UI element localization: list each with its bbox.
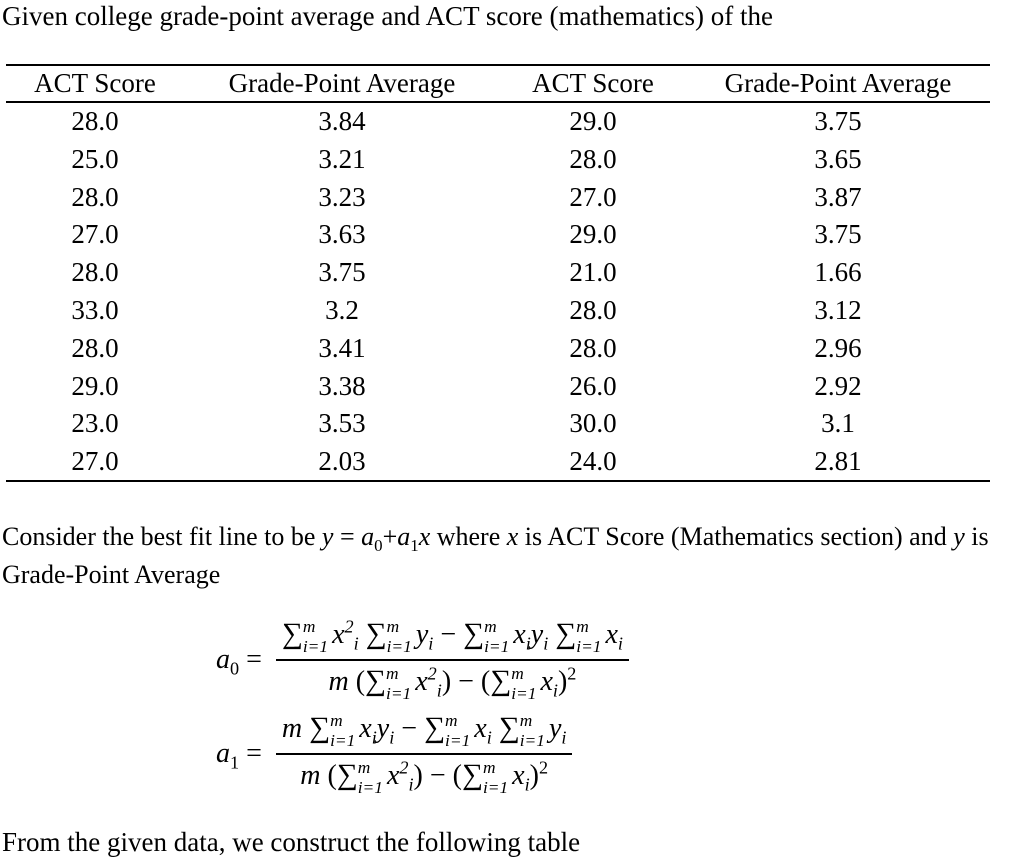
cell-gpa-2: 3.65 xyxy=(814,143,862,174)
cell-act-score-2: 29.0 xyxy=(569,106,617,136)
cell-act-score-1: 27.0 xyxy=(71,446,119,477)
formula-a1-lhs: a1 = xyxy=(216,737,262,773)
table-row: 28.0 3.41 28.0 2.96 xyxy=(6,330,990,368)
table-row: 29.0 3.38 26.0 2.92 xyxy=(6,368,990,406)
cell-act-score-1: 33.0 xyxy=(71,294,119,325)
cell-act-score-1: 27.0 xyxy=(71,219,119,250)
cell-act-score-2: 24.0 xyxy=(569,446,617,477)
header-act-score-2: ACT Score xyxy=(532,68,654,98)
formula-a0-numerator: ∑ m i=1 x2i ∑ m i=1 yi − ∑ m i=1 xiyi ∑ m i=1 xi xyxy=(275,618,629,661)
formula-a0-denominator: m (∑ m i=1 x2i) − (∑ m i=1 xi)2 xyxy=(328,663,577,703)
cell-act-score-2: 27.0 xyxy=(569,181,617,212)
cell-act-score-1: 28.0 xyxy=(71,257,119,288)
consider-text-1: Consider the best fit line to be xyxy=(2,522,322,551)
formula-a0-fraction: ∑ m i=1 x2i ∑ m i=1 yi − ∑ m i=1 xiyi ∑ m i=1 xi m (… xyxy=(275,618,629,703)
best-fit-description: Consider the best fit line to be y = a0+… xyxy=(2,522,989,589)
cell-gpa-1: 3.23 xyxy=(318,181,366,212)
table-header-row: ACT Score Grade-Point Average ACT Score … xyxy=(6,66,990,101)
cell-gpa-1: 2.03 xyxy=(318,446,366,477)
cell-gpa-2: 3.75 xyxy=(814,219,862,250)
cell-act-score-2: 28.0 xyxy=(569,294,617,325)
cell-gpa-2: 3.75 xyxy=(814,106,862,136)
cell-act-score-1: 28.0 xyxy=(71,106,119,136)
cell-gpa-2: 2.92 xyxy=(814,370,862,401)
header-gpa-1: Grade-Point Average xyxy=(228,68,456,98)
cell-gpa-2: 3.87 xyxy=(814,181,862,212)
cell-gpa-2: 1.66 xyxy=(814,257,862,288)
cell-act-score-2: 30.0 xyxy=(569,408,617,439)
table-row: 23.0 3.53 30.0 3.1 xyxy=(6,405,990,443)
formula-a1-numerator: m ∑ m i=1 xiyi − ∑ m i=1 xi ∑ m i=1 yi xyxy=(275,712,573,755)
cell-act-score-1: 25.0 xyxy=(71,143,119,174)
cell-act-score-1: 28.0 xyxy=(71,181,119,212)
cell-gpa-1: 3.21 xyxy=(318,143,366,174)
cell-gpa-1: 3.53 xyxy=(318,408,366,439)
consider-text-3: is ACT Score (Mathematics section) and xyxy=(518,522,954,551)
cell-act-score-2: 26.0 xyxy=(569,370,617,401)
data-table: ACT Score Grade-Point Average ACT Score … xyxy=(6,66,990,481)
intro-text: Given college grade-point average and AC… xyxy=(2,1,773,31)
cell-act-score-1: 29.0 xyxy=(71,370,119,401)
x-variable: x xyxy=(506,522,519,551)
formula-a0: a0 = ∑ m i=1 x2i ∑ m i=1 yi − ∑ m i=1 xiyi ∑ m i=1 x… xyxy=(216,618,629,702)
cell-gpa-2: 2.81 xyxy=(814,446,862,477)
table-row: 28.0 3.23 27.0 3.87 xyxy=(6,179,990,217)
formula-a0-lhs: a0 = xyxy=(216,643,262,679)
table-row: 28.0 3.75 21.0 1.66 xyxy=(6,254,990,292)
best-fit-equation: y xyxy=(321,522,334,551)
table-row: 33.0 3.2 28.0 3.12 xyxy=(6,292,990,330)
formula-a1: a1 = m ∑ m i=1 xiyi − ∑ m i=1 xi ∑ m i=1 yi m (∑ m… xyxy=(216,712,573,797)
cell-act-score-1: 28.0 xyxy=(71,332,119,363)
cell-act-score-2: 28.0 xyxy=(569,143,617,174)
cell-act-score-2: 21.0 xyxy=(569,257,617,288)
table-row: 27.0 3.63 29.0 3.75 xyxy=(6,216,990,254)
cell-gpa-1: 3.75 xyxy=(318,257,366,288)
formula-a1-denominator: m (∑ m i=1 x2i) − (∑ m i=1 xi)2 xyxy=(300,757,549,797)
cell-gpa-2: 3.1 xyxy=(821,408,855,439)
consider-text-2: where xyxy=(430,522,507,551)
table-row: 28.0 3.84 29.0 3.75 xyxy=(6,101,990,141)
table-row: 25.0 3.21 28.0 3.65 xyxy=(6,141,990,179)
outro-text: From the given data, we construct the fo… xyxy=(2,827,581,857)
table-row: 27.0 2.03 24.0 2.81 xyxy=(6,443,990,481)
header-gpa-2: Grade-Point Average xyxy=(724,68,952,98)
cell-act-score-1: 23.0 xyxy=(71,408,119,439)
cell-gpa-2: 2.96 xyxy=(814,332,862,363)
cell-act-score-2: 29.0 xyxy=(569,219,617,250)
cell-gpa-1: 3.41 xyxy=(318,332,366,363)
cell-act-score-2: 28.0 xyxy=(569,332,617,363)
cell-gpa-2: 3.12 xyxy=(814,294,862,325)
cell-gpa-1: 3.2 xyxy=(325,294,359,325)
cell-gpa-1: 3.84 xyxy=(318,106,366,136)
header-act-score-1: ACT Score xyxy=(34,68,156,98)
cell-gpa-1: 3.38 xyxy=(318,370,366,401)
formula-a1-fraction: m ∑ m i=1 xiyi − ∑ m i=1 xi ∑ m i=1 yi m (∑ m i=1 x2… xyxy=(275,712,573,797)
cell-gpa-1: 3.63 xyxy=(318,219,366,250)
y-variable: y xyxy=(953,522,965,551)
